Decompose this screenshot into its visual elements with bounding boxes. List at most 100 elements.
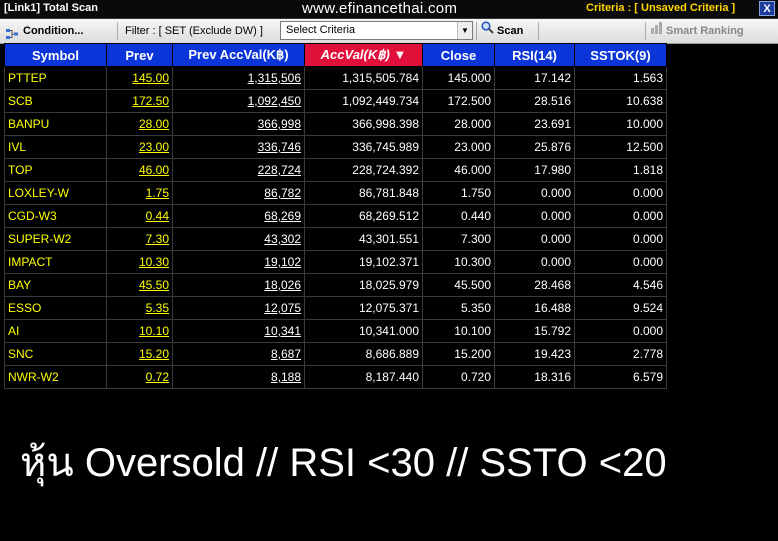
smart-ranking-button[interactable]: Smart Ranking (650, 19, 744, 43)
close-cell: 23.000 (422, 135, 495, 159)
prev-cell[interactable]: 0.44 (106, 204, 173, 228)
symbol-cell[interactable]: SCB (4, 89, 107, 113)
accval-cell: 68,269.512 (304, 204, 423, 228)
accval-cell: 1,315,505.784 (304, 66, 423, 90)
condition-button[interactable]: Condition... (5, 19, 83, 43)
accval-cell: 1,092,449.734 (304, 89, 423, 113)
sstok-cell: 12.500 (574, 135, 667, 159)
prev-cell[interactable]: 15.20 (106, 342, 173, 366)
watermark-text: www.efinancethai.com (302, 0, 458, 17)
prev-cell[interactable]: 10.10 (106, 319, 173, 343)
ranking-icon (650, 19, 663, 43)
table-row[interactable]: SUPER-W2 7.30 43,302 43,301.551 7.300 0.000 0.… (4, 227, 667, 251)
prev-cell[interactable]: 5.35 (106, 296, 173, 320)
chevron-down-icon[interactable]: ▼ (457, 22, 472, 39)
sstok-cell: 4.546 (574, 273, 667, 297)
table-row[interactable]: NWR-W2 0.72 8,188 8,187.440 0.720 18.316 6.579 (4, 365, 667, 389)
table-row[interactable]: SCB 172.50 1,092,450 1,092,449.734 172.500 28… (4, 89, 667, 113)
sstok-cell: 9.524 (574, 296, 667, 320)
table-row[interactable]: AI 10.10 10,341 10,341.000 10.100 15.792 0.000 (4, 319, 667, 343)
column-header-prev-accval[interactable]: Prev AccVal(K฿) (172, 43, 305, 67)
close-cell: 7.300 (422, 227, 495, 251)
prev-accval-cell[interactable]: 19,102 (172, 250, 305, 274)
symbol-cell[interactable]: NWR-W2 (4, 365, 107, 389)
prev-cell[interactable]: 7.30 (106, 227, 173, 251)
symbol-cell[interactable]: IMPACT (4, 250, 107, 274)
sstok-cell: 0.000 (574, 181, 667, 205)
prev-accval-cell[interactable]: 228,724 (172, 158, 305, 182)
symbol-cell[interactable]: BANPU (4, 112, 107, 136)
table-row[interactable]: IMPACT 10.30 19,102 19,102.371 10.300 0.000 0.… (4, 250, 667, 274)
table-body: PTTEP 145.00 1,315,506 1,315,505.784 145.000… (4, 66, 667, 389)
prev-accval-cell[interactable]: 86,782 (172, 181, 305, 205)
table-row[interactable]: CGD-W3 0.44 68,269 68,269.512 0.440 0.000 0.00… (4, 204, 667, 228)
prev-accval-cell[interactable]: 1,315,506 (172, 66, 305, 90)
prev-accval-cell[interactable]: 366,998 (172, 112, 305, 136)
prev-cell[interactable]: 1.75 (106, 181, 173, 205)
symbol-cell[interactable]: CGD-W3 (4, 204, 107, 228)
condition-label: Condition... (23, 25, 84, 37)
scan-button[interactable]: Scan (481, 19, 523, 43)
symbol-cell[interactable]: ESSO (4, 296, 107, 320)
condition-icon (5, 25, 19, 40)
accval-cell: 228,724.392 (304, 158, 423, 182)
prev-accval-cell[interactable]: 8,188 (172, 365, 305, 389)
table-row[interactable]: SNC 15.20 8,687 8,686.889 15.200 19.423 2.778 (4, 342, 667, 366)
symbol-cell[interactable]: SNC (4, 342, 107, 366)
rsi-cell: 0.000 (494, 181, 575, 205)
prev-cell[interactable]: 23.00 (106, 135, 173, 159)
rsi-cell: 18.316 (494, 365, 575, 389)
prev-accval-cell[interactable]: 43,302 (172, 227, 305, 251)
rsi-cell: 25.876 (494, 135, 575, 159)
accval-cell: 18,025.979 (304, 273, 423, 297)
symbol-cell[interactable]: TOP (4, 158, 107, 182)
criteria-select[interactable]: Select Criteria ▼ (280, 21, 473, 40)
prev-cell[interactable]: 172.50 (106, 89, 173, 113)
prev-cell[interactable]: 145.00 (106, 66, 173, 90)
table-row[interactable]: ESSO 5.35 12,075 12,075.371 5.350 16.488 9.524 (4, 296, 667, 320)
column-header-accval[interactable]: AccVal(K฿) ▼ (304, 43, 423, 67)
table-row[interactable]: BAY 45.50 18,026 18,025.979 45.500 28.468 4.54… (4, 273, 667, 297)
symbol-cell[interactable]: SUPER-W2 (4, 227, 107, 251)
prev-accval-cell[interactable]: 12,075 (172, 296, 305, 320)
table-row[interactable]: BANPU 28.00 366,998 366,998.398 28.000 23.691… (4, 112, 667, 136)
symbol-cell[interactable]: IVL (4, 135, 107, 159)
column-header-prev[interactable]: Prev (106, 43, 173, 67)
criteria-select-value: Select Criteria (286, 24, 356, 36)
prev-cell[interactable]: 0.72 (106, 365, 173, 389)
table-row[interactable]: PTTEP 145.00 1,315,506 1,315,505.784 145.000… (4, 66, 667, 90)
prev-accval-cell[interactable]: 68,269 (172, 204, 305, 228)
prev-cell[interactable]: 46.00 (106, 158, 173, 182)
prev-accval-cell[interactable]: 18,026 (172, 273, 305, 297)
prev-cell[interactable]: 10.30 (106, 250, 173, 274)
column-header-close[interactable]: Close (422, 43, 495, 67)
close-cell: 28.000 (422, 112, 495, 136)
symbol-cell[interactable]: AI (4, 319, 107, 343)
symbol-cell[interactable]: LOXLEY-W (4, 181, 107, 205)
accval-cell: 8,187.440 (304, 365, 423, 389)
close-button[interactable]: X (759, 1, 775, 16)
table-row[interactable]: LOXLEY-W 1.75 86,782 86,781.848 1.750 0.000 0.… (4, 181, 667, 205)
filter-label[interactable]: Filter : [ SET (Exclude DW) ] (125, 19, 263, 43)
prev-accval-cell[interactable]: 8,687 (172, 342, 305, 366)
sstok-cell: 10.638 (574, 89, 667, 113)
prev-cell[interactable]: 28.00 (106, 112, 173, 136)
prev-accval-cell[interactable]: 10,341 (172, 319, 305, 343)
prev-cell[interactable]: 45.50 (106, 273, 173, 297)
prev-accval-cell[interactable]: 1,092,450 (172, 89, 305, 113)
column-header-sstok[interactable]: SSTOK(9) (574, 43, 667, 67)
table-row[interactable]: TOP 46.00 228,724 228,724.392 46.000 17.980 1.… (4, 158, 667, 182)
sstok-cell: 10.000 (574, 112, 667, 136)
smart-ranking-label: Smart Ranking (666, 25, 744, 37)
close-cell: 10.300 (422, 250, 495, 274)
symbol-cell[interactable]: BAY (4, 273, 107, 297)
column-header-rsi[interactable]: RSI(14) (494, 43, 575, 67)
accval-cell: 366,998.398 (304, 112, 423, 136)
prev-accval-cell[interactable]: 336,746 (172, 135, 305, 159)
toolbar-divider (645, 22, 646, 40)
symbol-cell[interactable]: PTTEP (4, 66, 107, 90)
column-header-symbol[interactable]: Symbol (4, 43, 107, 67)
table-row[interactable]: IVL 23.00 336,746 336,745.989 23.000 25.876 12… (4, 135, 667, 159)
rsi-cell: 17.142 (494, 66, 575, 90)
scan-results-table: Symbol Prev Prev AccVal(K฿) AccVal(K฿) ▼… (4, 43, 667, 389)
